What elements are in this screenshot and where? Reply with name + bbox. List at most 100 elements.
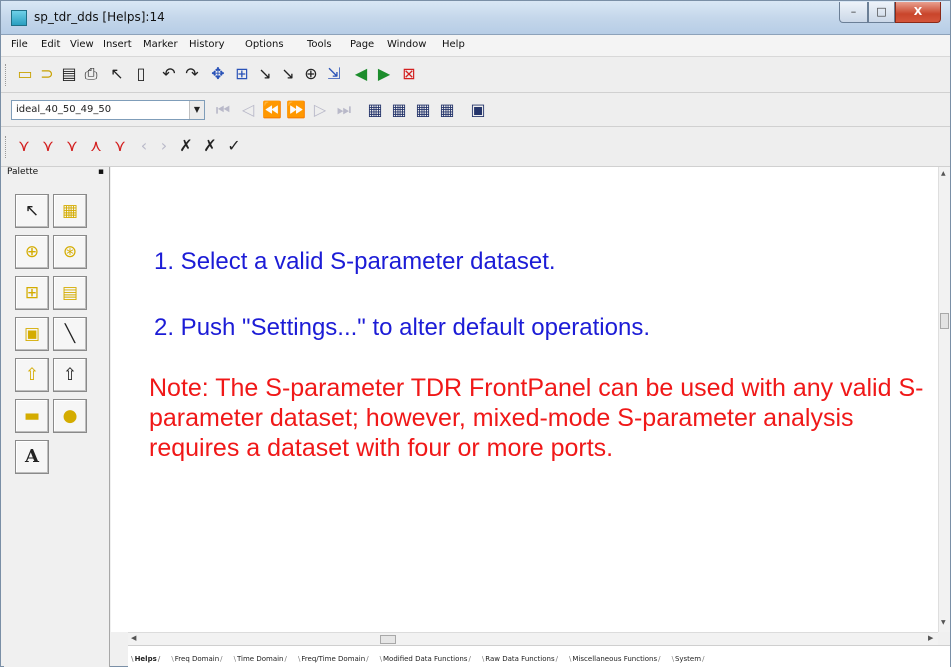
tab-modified-data-functions[interactable]: Modified Data Functions (377, 649, 474, 667)
grid-view-1-icon[interactable]: ▦ (364, 99, 386, 121)
zoom-box-icon[interactable]: ⊞ (231, 63, 253, 85)
tab-freq-time-domain[interactable]: Freq/Time Domain (295, 649, 372, 667)
menu-bar: File Edit View Insert Marker History Opt… (1, 35, 950, 57)
tab-helps[interactable]: Helps (128, 649, 164, 667)
grid-view-2-icon[interactable]: ▦ (388, 99, 410, 121)
tab-raw-data-functions[interactable]: Raw Data Functions (479, 649, 561, 667)
menu-tools[interactable]: Tools (307, 39, 332, 50)
close-button[interactable]: X (895, 2, 941, 23)
instruction-line-1: 1. Select a valid S-parameter dataset. (154, 248, 556, 275)
horizontal-scroll-thumb[interactable] (380, 635, 396, 644)
app-window: sp_tdr_dds [Helps]:14 – □ X File Edit Vi… (0, 0, 951, 667)
menu-marker[interactable]: Marker (143, 39, 178, 50)
rectangular-plot-icon[interactable]: ⊞ (15, 276, 49, 310)
marker-prev-icon[interactable]: ‹ (133, 135, 155, 157)
menu-help[interactable]: Help (442, 39, 465, 50)
list-icon[interactable]: ▤ (53, 276, 87, 310)
marker-1-icon[interactable]: ⋎ (13, 135, 35, 157)
menu-options[interactable]: Options (245, 39, 284, 50)
marker-5-icon[interactable]: ⋎ (109, 135, 131, 157)
rectangle-icon[interactable]: ▬ (15, 399, 49, 433)
palette-title-text: Palette (7, 167, 39, 177)
move-icon[interactable]: ✥ (207, 63, 229, 85)
tab-miscellaneous-functions[interactable]: Miscellaneous Functions (566, 649, 663, 667)
equation-icon[interactable]: ▣ (15, 317, 49, 351)
scroll-left-icon[interactable]: ◀ (131, 634, 136, 642)
circle-icon[interactable]: ● (53, 399, 87, 433)
tab-system[interactable]: System (669, 649, 708, 667)
palette-panel: Palette ▪ ↖ ▦ ⊕ ⊛ ⊞ ▤ ▣ ╲ ⇧ ⇧ ▬ ● A (4, 167, 110, 667)
select-arrow-icon[interactable]: ↖ (15, 194, 49, 228)
previous-page-icon[interactable]: ◀ (350, 63, 372, 85)
zoom-in-icon[interactable]: ↘ (254, 63, 276, 85)
menu-window[interactable]: Window (387, 39, 426, 50)
save-icon[interactable]: ▤ (58, 63, 80, 85)
instruction-line-2: 2. Push "Settings..." to alter default o… (154, 314, 650, 341)
text-tool-icon[interactable]: A (15, 440, 49, 474)
undo-icon[interactable]: ↶ (158, 63, 180, 85)
vertical-scroll-thumb[interactable] (940, 313, 949, 329)
forward-icon[interactable]: ⏩ (285, 99, 307, 121)
print-icon[interactable]: ⎙ (80, 63, 102, 85)
note-text: Note: The S-parameter TDR FrontPanel can… (149, 374, 924, 462)
menu-insert[interactable]: Insert (103, 39, 132, 50)
zoom-magnifier-icon[interactable]: ⊕ (300, 63, 322, 85)
marker-2-icon[interactable]: ⋎ (37, 135, 59, 157)
smith-chart-icon[interactable]: ⊛ (53, 235, 87, 269)
delete-icon[interactable]: ▯ (130, 63, 152, 85)
zoom-out-icon[interactable]: ↘ (277, 63, 299, 85)
menu-page[interactable]: Page (350, 39, 374, 50)
back-icon[interactable]: ⏪ (261, 99, 283, 121)
marker-x-icon[interactable]: ✗ (199, 135, 221, 157)
view-all-icon[interactable]: ⇲ (323, 63, 345, 85)
toolbar-grip[interactable] (5, 136, 8, 158)
tab-time-domain[interactable]: Time Domain (231, 649, 290, 667)
redo-icon[interactable]: ↷ (181, 63, 203, 85)
pin-icon[interactable]: ▪ (98, 167, 104, 177)
dataset-toolbar: ideal_40_50_49_50 ▼ ⏮ ◁ ⏪ ⏩ ▷ ⏭ ▦ ▦ ▦ ▦ … (1, 93, 950, 127)
marker-line-icon[interactable]: ✓ (223, 135, 245, 157)
line-tool-icon[interactable]: ╲ (53, 317, 87, 351)
polygon-icon[interactable]: ⇧ (53, 358, 87, 392)
polyline-icon[interactable]: ⇧ (15, 358, 49, 392)
horizontal-scrollbar[interactable]: ◀ ▶ (128, 632, 938, 645)
last-icon[interactable]: ⏭ (333, 99, 355, 121)
open-folder-icon[interactable]: ⊃ (36, 63, 58, 85)
menu-file[interactable]: File (11, 39, 28, 50)
page-tabs: Helps Freq Domain Time Domain Freq/Time … (128, 645, 950, 667)
toolbar-grip[interactable] (5, 64, 8, 86)
grid-view-4-icon[interactable]: ▦ (436, 99, 458, 121)
table-icon[interactable]: ▦ (53, 194, 87, 228)
palette-title: Palette ▪ (4, 167, 110, 181)
save-data-icon[interactable]: ▣ (467, 99, 489, 121)
dataset-select-value: ideal_40_50_49_50 (16, 104, 112, 115)
step-forward-icon[interactable]: ▷ (309, 99, 331, 121)
scroll-right-icon[interactable]: ▶ (928, 634, 933, 642)
stop-icon[interactable]: ⊠ (398, 63, 420, 85)
scroll-up-icon[interactable]: ▲ (941, 170, 946, 177)
menu-history[interactable]: History (189, 39, 225, 50)
new-icon[interactable]: ▭ (14, 63, 36, 85)
scroll-down-icon[interactable]: ▼ (941, 619, 946, 626)
window-title: sp_tdr_dds [Helps]:14 (34, 10, 165, 24)
menu-view[interactable]: View (70, 39, 94, 50)
polar-plot-icon[interactable]: ⊕ (15, 235, 49, 269)
marker-4-icon[interactable]: ⋏ (85, 135, 107, 157)
maximize-button[interactable]: □ (868, 2, 895, 23)
select-pointer-icon[interactable]: ↖ (106, 63, 128, 85)
app-icon (11, 10, 27, 26)
minimize-button[interactable]: – (839, 2, 868, 23)
marker-delta-icon[interactable]: ✗ (175, 135, 197, 157)
menu-edit[interactable]: Edit (41, 39, 60, 50)
marker-3-icon[interactable]: ⋎ (61, 135, 83, 157)
vertical-scrollbar[interactable]: ▲ ▼ (938, 167, 950, 632)
tab-freq-domain[interactable]: Freq Domain (168, 649, 225, 667)
marker-next-icon[interactable]: › (153, 135, 175, 157)
dataset-select[interactable]: ideal_40_50_49_50 ▼ (11, 100, 205, 120)
step-back-icon[interactable]: ◁ (237, 99, 259, 121)
grid-view-3-icon[interactable]: ▦ (412, 99, 434, 121)
chevron-down-icon[interactable]: ▼ (189, 101, 204, 119)
next-page-icon[interactable]: ▶ (373, 63, 395, 85)
marker-toolbar: ⋎ ⋎ ⋎ ⋏ ⋎ ‹ › ✗ ✗ ✓ (1, 127, 950, 167)
first-icon[interactable]: ⏮ (212, 99, 234, 121)
